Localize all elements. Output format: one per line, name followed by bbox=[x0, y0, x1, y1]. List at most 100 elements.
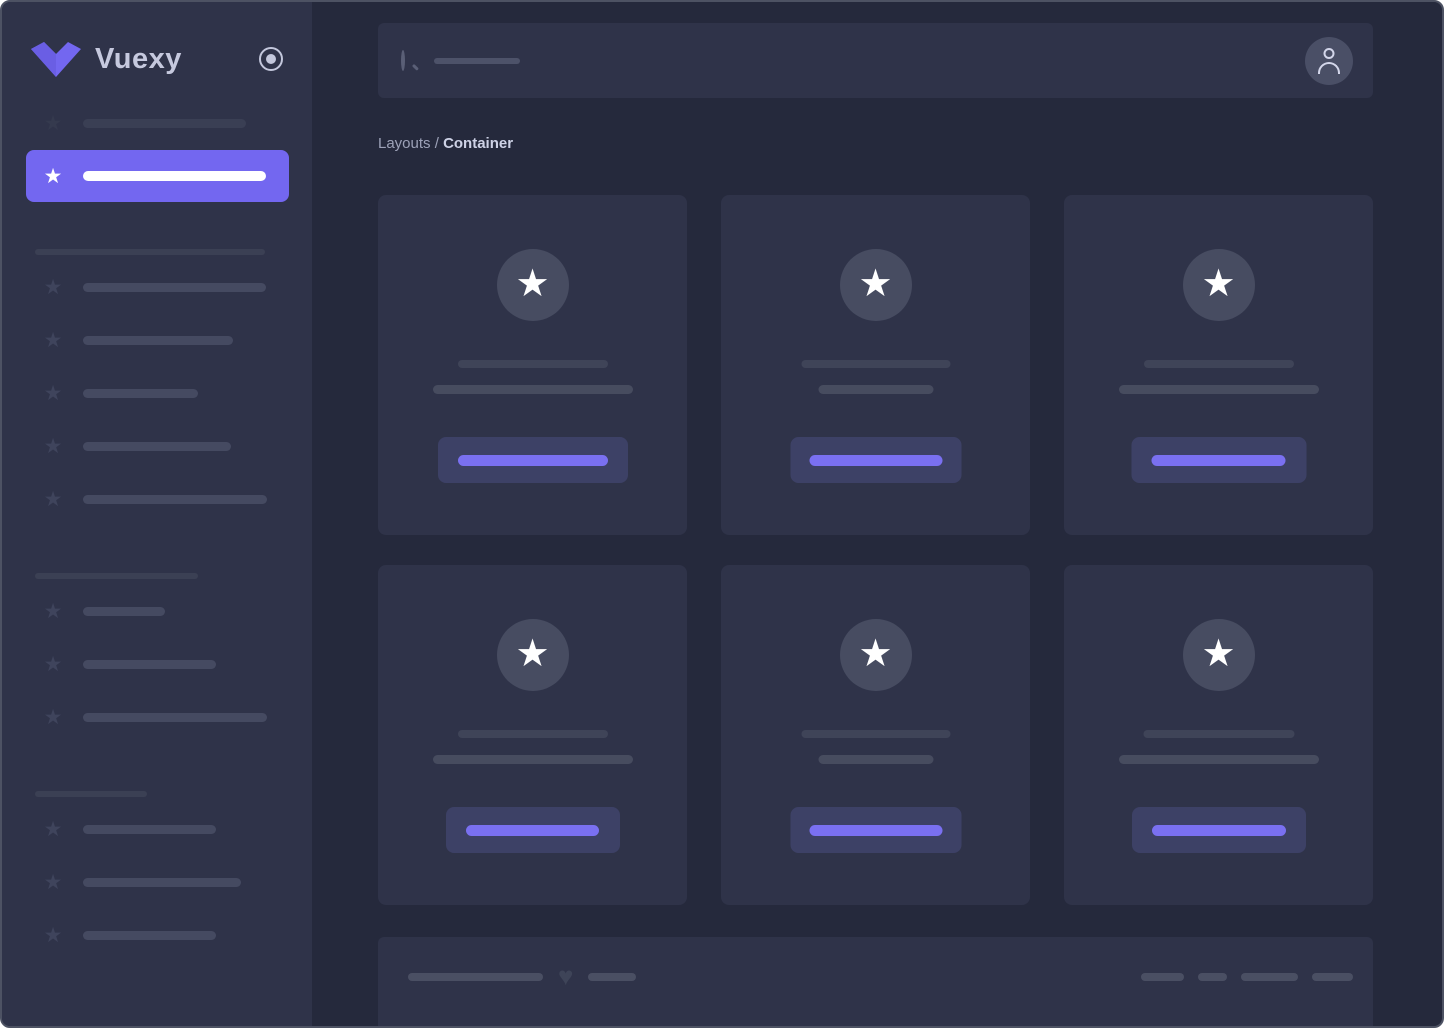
sidebar-item[interactable]: ★ bbox=[26, 585, 289, 638]
nav-section-header-bar bbox=[35, 791, 147, 797]
sidebar-item[interactable]: ★ bbox=[26, 261, 289, 314]
footer-placeholder-bar bbox=[1241, 973, 1298, 981]
person-icon bbox=[1316, 47, 1342, 74]
nav-item-placeholder-bar bbox=[83, 495, 267, 504]
app-window: Vuexy ★ ★ ★ ★ ★ ★ ★ ★ ★ ★ ★ ★ ★ Layouts / Container … bbox=[0, 0, 1444, 1028]
star-icon: ★ bbox=[43, 382, 63, 405]
search-placeholder-bar bbox=[434, 57, 520, 64]
search-icon bbox=[401, 50, 419, 71]
star-icon: ★ bbox=[43, 276, 63, 299]
star-icon: ★ bbox=[858, 632, 893, 675]
star-icon: ★ bbox=[1201, 632, 1236, 675]
button-label-placeholder-bar bbox=[457, 454, 608, 466]
card-title-placeholder-bar bbox=[1143, 730, 1294, 738]
nav-section-header-bar bbox=[35, 573, 198, 579]
sidebar-item-active[interactable]: ★ bbox=[26, 150, 289, 202]
skeleton-card: ★ bbox=[1064, 565, 1373, 905]
star-icon: ★ bbox=[43, 488, 63, 511]
card-avatar-circle: ★ bbox=[1182, 249, 1255, 321]
card-action-button[interactable] bbox=[1131, 437, 1306, 483]
sidebar: Vuexy ★ ★ ★ ★ ★ ★ ★ ★ ★ ★ ★ ★ ★ bbox=[2, 2, 312, 1026]
footer-placeholder-bar bbox=[1198, 973, 1227, 981]
footer-right-group bbox=[1141, 965, 1353, 989]
star-icon: ★ bbox=[43, 818, 63, 841]
sidebar-item[interactable]: ★ bbox=[26, 638, 289, 691]
user-avatar-button[interactable] bbox=[1305, 36, 1353, 85]
star-icon: ★ bbox=[43, 706, 63, 729]
star-icon: ★ bbox=[515, 632, 550, 675]
card-action-button[interactable] bbox=[437, 437, 628, 483]
sidebar-item[interactable]: ★ bbox=[26, 909, 289, 962]
card-action-button[interactable] bbox=[1131, 807, 1306, 853]
skeleton-card: ★ bbox=[378, 195, 687, 535]
button-label-placeholder-bar bbox=[809, 824, 942, 836]
nav-item-placeholder-bar bbox=[83, 660, 216, 669]
star-icon: ★ bbox=[43, 924, 63, 947]
footer-placeholder-bar bbox=[1312, 973, 1353, 981]
vuexy-logo-icon bbox=[31, 41, 81, 77]
card-subtitle-placeholder-bar bbox=[818, 755, 933, 764]
skeleton-card: ★ bbox=[1064, 195, 1373, 535]
card-title-placeholder-bar bbox=[457, 730, 608, 738]
button-label-placeholder-bar bbox=[1151, 454, 1286, 466]
card-grid: ★ ★ ★ ★ ★ ★ bbox=[378, 195, 1373, 905]
nav-item-placeholder-bar bbox=[83, 171, 266, 181]
heart-icon: ♥ bbox=[558, 961, 574, 991]
card-avatar-circle: ★ bbox=[839, 249, 912, 321]
nav-item-placeholder-bar bbox=[83, 713, 267, 722]
sidebar-item[interactable]: ★ bbox=[26, 473, 289, 526]
footer-placeholder-bar bbox=[1141, 973, 1184, 981]
card-subtitle-placeholder-bar bbox=[1118, 385, 1319, 394]
footer: ♥ bbox=[378, 937, 1373, 1026]
sidebar-item[interactable]: ★ bbox=[26, 803, 289, 856]
nav-item-placeholder-bar bbox=[83, 878, 241, 887]
card-action-button[interactable] bbox=[445, 807, 620, 853]
star-icon: ★ bbox=[43, 600, 63, 623]
sidebar-item[interactable]: ★ bbox=[26, 856, 289, 909]
nav-section-header-bar bbox=[35, 249, 265, 255]
star-icon: ★ bbox=[1201, 262, 1236, 305]
card-subtitle-placeholder-bar bbox=[432, 755, 633, 764]
skeleton-card: ★ bbox=[721, 195, 1030, 535]
button-label-placeholder-bar bbox=[809, 454, 942, 466]
nav-item-placeholder-bar bbox=[83, 607, 165, 616]
card-title-placeholder-bar bbox=[801, 360, 950, 368]
skeleton-card: ★ bbox=[378, 565, 687, 905]
breadcrumb-separator: / bbox=[430, 135, 444, 152]
sidebar-item[interactable]: ★ bbox=[26, 420, 289, 473]
card-avatar-circle: ★ bbox=[496, 249, 569, 321]
sidebar-item[interactable]: ★ bbox=[26, 314, 289, 367]
card-action-button[interactable] bbox=[790, 437, 961, 483]
nav-item-placeholder-bar bbox=[83, 336, 233, 345]
nav-item-placeholder-bar bbox=[83, 283, 266, 292]
nav-item-placeholder-bar bbox=[83, 825, 216, 834]
button-label-placeholder-bar bbox=[466, 824, 599, 836]
button-label-placeholder-bar bbox=[1151, 824, 1286, 836]
card-avatar-circle: ★ bbox=[839, 619, 912, 691]
sidebar-item[interactable]: ★ bbox=[26, 367, 289, 420]
card-action-button[interactable] bbox=[790, 807, 961, 853]
footer-placeholder-bar bbox=[588, 973, 637, 981]
card-avatar-circle: ★ bbox=[496, 619, 569, 691]
star-icon: ★ bbox=[43, 435, 63, 458]
star-icon: ★ bbox=[43, 653, 63, 676]
card-subtitle-placeholder-bar bbox=[432, 385, 633, 394]
card-subtitle-placeholder-bar bbox=[818, 385, 933, 394]
footer-left-group: ♥ bbox=[408, 961, 637, 991]
card-avatar-circle: ★ bbox=[1182, 619, 1255, 691]
sidebar-pin-toggle-icon[interactable] bbox=[259, 47, 283, 71]
star-icon: ★ bbox=[43, 164, 63, 188]
card-subtitle-placeholder-bar bbox=[1118, 755, 1319, 764]
search-bar[interactable] bbox=[378, 23, 1373, 98]
card-title-placeholder-bar bbox=[801, 730, 950, 738]
pin-toggle-dot bbox=[266, 54, 276, 64]
footer-placeholder-bar bbox=[408, 973, 543, 981]
sidebar-item[interactable]: ★ bbox=[26, 691, 289, 744]
card-title-placeholder-bar bbox=[1143, 360, 1294, 368]
breadcrumb-parent-link[interactable]: Layouts bbox=[378, 135, 431, 152]
sidebar-nav: ★ ★ ★ ★ ★ ★ ★ ★ ★ ★ ★ ★ ★ bbox=[2, 97, 312, 962]
nav-item-placeholder-bar bbox=[83, 389, 198, 398]
breadcrumb-current: Container bbox=[443, 135, 514, 152]
star-icon: ★ bbox=[43, 871, 63, 894]
nav-item-placeholder-bar bbox=[83, 931, 216, 940]
